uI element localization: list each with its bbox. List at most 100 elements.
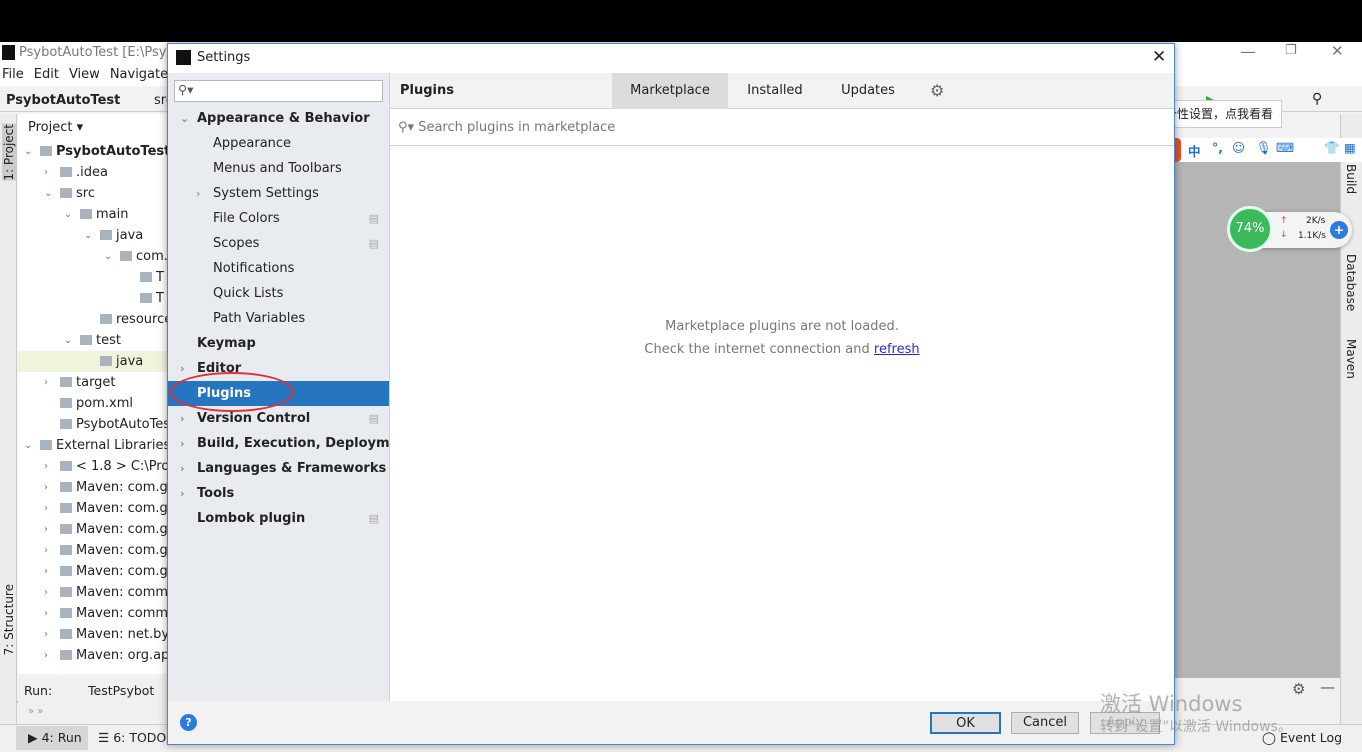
maximize-button[interactable]: ❐ — [1285, 43, 1297, 58]
plus-icon[interactable]: + — [1330, 221, 1348, 239]
emoji-icon[interactable]: ☺ — [1232, 140, 1245, 155]
chevron-icon[interactable]: › — [180, 481, 185, 506]
project-tool-tab[interactable]: 1: Project — [2, 124, 16, 181]
memory-usage-ball[interactable]: 74% — [1227, 206, 1273, 252]
menu-edit[interactable]: Edit — [34, 67, 59, 82]
project-tree-item[interactable]: ⌄ com. — [18, 246, 168, 267]
project-tree-item[interactable]: › Maven: com.go — [18, 540, 168, 561]
expand-arrow-icon[interactable]: ⌄ — [84, 225, 92, 246]
expand-arrow-icon[interactable]: ⌄ — [64, 204, 72, 225]
project-tree-item[interactable]: T — [18, 288, 168, 309]
expand-arrow-icon[interactable]: › — [44, 645, 48, 666]
chevron-icon[interactable]: › — [196, 181, 200, 206]
cancel-button[interactable]: Cancel — [1011, 712, 1079, 734]
expand-arrow-icon[interactable]: ⌄ — [64, 330, 72, 351]
breadcrumb-project[interactable]: PsybotAutoTest — [6, 93, 120, 108]
maven-tool-tab[interactable]: Maven — [1344, 339, 1358, 379]
settings-nav-system-settings[interactable]: › System Settings — [168, 181, 389, 206]
expand-arrow-icon[interactable]: › — [44, 162, 48, 183]
run-tool-button[interactable]: ▶ 4: Run — [16, 726, 88, 750]
project-tree-item[interactable]: ⌄ main — [18, 204, 168, 225]
expand-arrow-icon[interactable]: ⌄ — [44, 183, 52, 204]
project-tree-item[interactable]: › Maven: commo — [18, 582, 168, 603]
settings-nav-file-colors[interactable]: File Colors ▤ — [168, 206, 389, 231]
tab-updates[interactable]: Updates — [822, 73, 914, 109]
project-tree-item[interactable]: ⌄ External Libraries — [18, 435, 168, 456]
project-tree-item[interactable]: › Maven: com.go — [18, 519, 168, 540]
settings-nav-version-control[interactable]: › Version Control ▤ — [168, 406, 389, 431]
chevron-icon[interactable]: ⌄ — [180, 106, 189, 131]
settings-nav-build-execution-deployment[interactable]: › Build, Execution, Deployment — [168, 431, 414, 456]
settings-nav-appearance-behavior[interactable]: ⌄ Appearance & Behavior — [168, 106, 389, 131]
todo-tool-button[interactable]: ☰ 6: TODO — [98, 730, 166, 745]
settings-nav-appearance[interactable]: Appearance — [168, 131, 389, 156]
ime-punct-toggle[interactable]: °, — [1212, 140, 1223, 155]
plugin-search-input[interactable]: ⚲▾ Search plugins in marketplace — [390, 109, 1174, 146]
ime-lang-toggle[interactable]: 中 — [1188, 141, 1201, 160]
project-tree-item[interactable]: java — [18, 351, 168, 372]
expand-arrow-icon[interactable]: › — [44, 372, 48, 393]
project-tree-item[interactable]: PsybotAutoTest — [18, 414, 168, 435]
expand-arrow-icon[interactable]: › — [44, 498, 48, 519]
close-dialog-button[interactable]: ✕ — [1152, 47, 1166, 67]
expand-arrow-icon[interactable]: ⌄ — [24, 141, 32, 162]
menu-file[interactable]: File — [2, 67, 24, 82]
settings-nav-languages-frameworks[interactable]: › Languages & Frameworks — [168, 456, 389, 481]
settings-search-input[interactable]: ⚲▾ — [174, 80, 383, 102]
close-window-button[interactable]: ✕ — [1331, 42, 1344, 60]
settings-nav-path-variables[interactable]: Path Variables — [168, 306, 389, 331]
expand-arrow-icon[interactable]: › — [44, 624, 48, 645]
menu-navigate[interactable]: Navigate — [110, 67, 168, 82]
expand-arrow-icon[interactable]: ⌄ — [24, 435, 32, 456]
project-tree-item[interactable]: ⌄ test — [18, 330, 168, 351]
expand-arrow-icon[interactable]: ⌄ — [104, 246, 112, 267]
settings-nav-lombok-plugin[interactable]: Lombok plugin ▤ — [168, 506, 389, 531]
settings-nav-notifications[interactable]: Notifications — [168, 256, 389, 281]
chevron-icon[interactable]: › — [180, 406, 185, 431]
build-tool-tab[interactable]: Build — [1344, 164, 1358, 194]
project-view-selector[interactable]: Project ▾ — [28, 120, 83, 135]
expand-arrow-icon[interactable]: › — [44, 582, 48, 603]
expand-arrow-icon[interactable]: › — [44, 603, 48, 624]
expand-arrow-icon[interactable]: › — [44, 519, 48, 540]
gear-icon[interactable]: ⚙ — [1292, 680, 1305, 698]
project-tree-item[interactable]: › Maven: commo — [18, 603, 168, 624]
project-tree-item[interactable]: resource — [18, 309, 168, 330]
tab-installed[interactable]: Installed — [728, 73, 822, 109]
settings-nav-menus-and-toolbars[interactable]: Menus and Toolbars — [168, 156, 389, 181]
project-tree-item[interactable]: ⌄ java — [18, 225, 168, 246]
chevron-icon[interactable]: › — [180, 356, 185, 381]
tab-marketplace[interactable]: Marketplace — [612, 73, 728, 109]
expand-arrow-icon[interactable]: › — [44, 456, 48, 477]
expand-arrow-icon[interactable]: › — [44, 477, 48, 498]
minimize-button[interactable]: — — [1240, 42, 1256, 61]
database-tool-tab[interactable]: Database — [1344, 254, 1358, 311]
project-tree-item[interactable]: › .idea — [18, 162, 168, 183]
settings-nav-scopes[interactable]: Scopes ▤ — [168, 231, 389, 256]
hide-icon[interactable]: — — [1320, 678, 1335, 696]
project-tree-item[interactable]: › Maven: com.go — [18, 477, 168, 498]
project-tree-item[interactable]: › < 1.8 > C:\Prog — [18, 456, 168, 477]
expand-arrow-icon[interactable]: › — [44, 561, 48, 582]
project-tree-item[interactable]: › target — [18, 372, 168, 393]
settings-nav-quick-lists[interactable]: Quick Lists — [168, 281, 389, 306]
project-tree-item[interactable]: › Maven: org.apa — [18, 645, 168, 666]
run-tab-testpsybot[interactable]: TestPsybot — [88, 683, 154, 698]
keyboard-icon[interactable]: ⌨ — [1276, 140, 1294, 155]
project-tree-item[interactable]: ⌄ src — [18, 183, 168, 204]
help-icon[interactable]: ? — [180, 714, 197, 731]
chevron-icon[interactable]: › — [180, 431, 185, 456]
project-tree-item[interactable]: › Maven: com.go — [18, 561, 168, 582]
toolbox-grid-icon[interactable]: ▦ — [1344, 140, 1356, 155]
refresh-link[interactable]: refresh — [874, 342, 920, 357]
project-tree-item[interactable]: › Maven: com.go — [18, 498, 168, 519]
structure-tool-tab[interactable]: 7: Structure — [2, 584, 16, 655]
settings-nav-keymap[interactable]: Keymap — [168, 331, 389, 356]
skin-shirt-icon[interactable]: 👕 — [1324, 140, 1340, 156]
project-tree-item[interactable]: T — [18, 267, 168, 288]
menu-view[interactable]: View — [69, 67, 100, 82]
project-tree-item[interactable]: ⌄ PsybotAutoTest — [18, 141, 168, 162]
settings-nav-tools[interactable]: › Tools — [168, 481, 389, 506]
microphone-icon[interactable]: 🎙 — [1256, 140, 1272, 156]
expand-icon[interactable]: » » — [28, 706, 43, 717]
